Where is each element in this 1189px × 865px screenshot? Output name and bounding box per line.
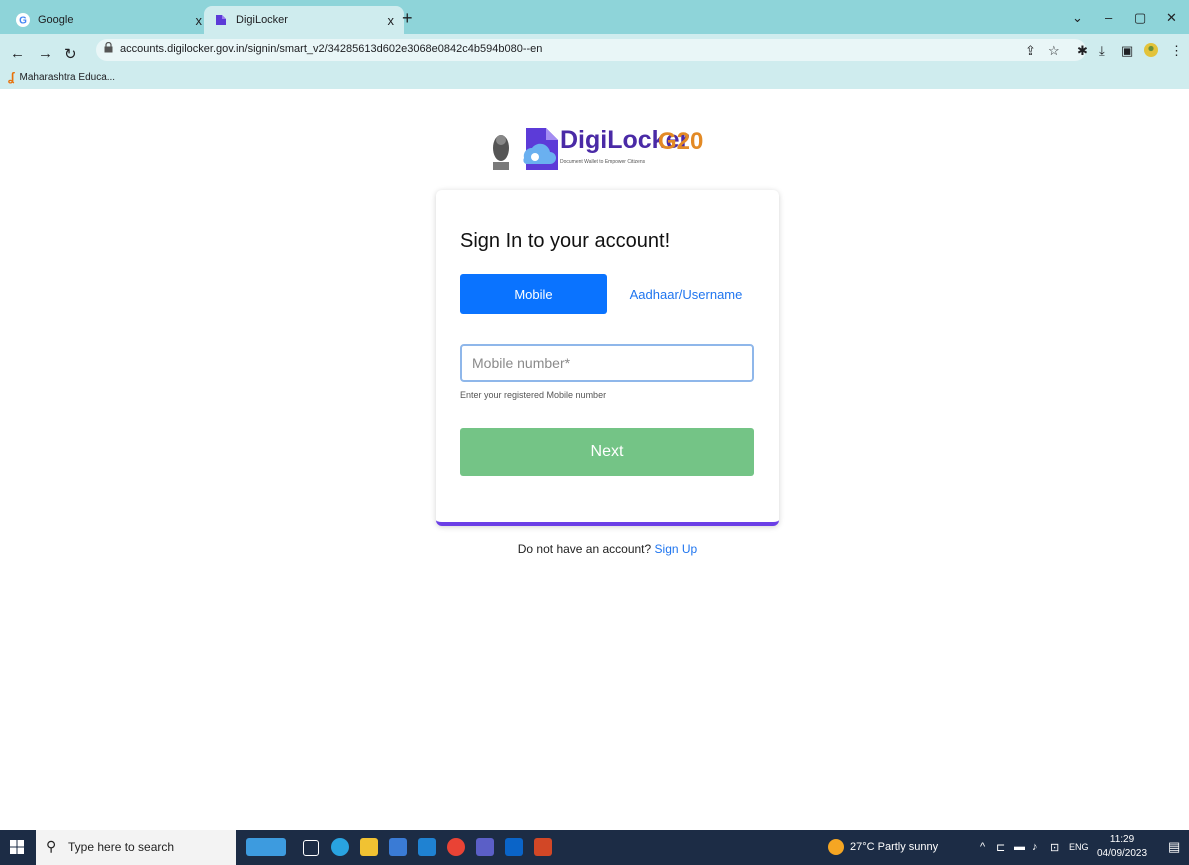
digilocker-logo-icon [523, 128, 558, 170]
cortana-illustration-icon[interactable] [246, 838, 286, 856]
task-view-icon[interactable] [303, 840, 319, 856]
taskbar-search-box[interactable]: ⚲ Type here to search [36, 830, 236, 865]
microsoft-store-icon[interactable] [389, 838, 407, 856]
powerpoint-icon[interactable] [534, 838, 552, 856]
next-button[interactable]: Next [460, 428, 754, 476]
share-icon[interactable]: ⇪ [1025, 43, 1036, 59]
tab-mobile[interactable]: Mobile [460, 274, 607, 314]
tab-title: DigiLocker [236, 14, 288, 26]
outlook-icon[interactable] [505, 838, 523, 856]
volume-icon[interactable]: ♪ [1032, 841, 1038, 853]
show-hidden-icons-icon[interactable]: ^ [980, 841, 985, 853]
edge-browser-icon[interactable] [331, 838, 349, 856]
ime-icon[interactable]: ⊡ [1050, 841, 1059, 854]
close-window-icon[interactable]: ✕ [1166, 10, 1177, 26]
url-text: accounts.digilocker.gov.in/signin/smart_… [120, 43, 543, 55]
bookmark-label: Maharashtra Educa... [19, 71, 116, 83]
teams-icon[interactable] [476, 838, 494, 856]
google-icon: G [16, 13, 30, 27]
mail-icon[interactable] [418, 838, 436, 856]
signin-title: Sign In to your account! [460, 230, 671, 252]
svg-text:G: G [19, 16, 27, 27]
forward-arrow-icon[interactable]: → [38, 45, 53, 62]
tab-digilocker[interactable]: DigiLocker x [204, 6, 404, 34]
windows-taskbar: ⚲ Type here to search 27°C Partly sunny … [0, 830, 1189, 865]
file-explorer-icon[interactable] [360, 838, 378, 856]
signup-prompt: Do not have an account? Sign Up [436, 542, 779, 556]
national-emblem-icon [493, 135, 509, 170]
close-tab-icon[interactable]: x [196, 13, 203, 28]
system-clock[interactable]: 11:29 04/09/2023 [1097, 833, 1147, 861]
network-icon[interactable]: ⊏ [996, 841, 1005, 854]
signup-link[interactable]: Sign Up [655, 542, 698, 556]
signup-prompt-text: Do not have an account? [517, 542, 652, 556]
search-icon: ⚲ [46, 838, 57, 854]
battery-icon[interactable]: ▬ [1014, 841, 1025, 853]
weather-text[interactable]: 27°C Partly sunny [850, 841, 938, 853]
tab-aadhaar-username[interactable]: Aadhaar/Username [617, 274, 755, 314]
weather-icon [828, 839, 844, 855]
signin-card: Sign In to your account! Mobile Aadhaar/… [436, 190, 779, 526]
mobile-helper-text: Enter your registered Mobile number [460, 390, 607, 400]
side-panel-icon[interactable]: ▣ [1121, 43, 1133, 59]
windows-start-icon[interactable] [10, 840, 24, 854]
download-icon[interactable]: ⤓ [1099, 43, 1105, 59]
profile-avatar-icon[interactable] [1144, 43, 1158, 60]
g20-logo: G20 [658, 128, 704, 155]
brand-tagline: Document Wallet to Empower Citizens [560, 159, 646, 165]
chrome-icon[interactable] [447, 838, 465, 856]
minimize-icon[interactable]: – [1105, 10, 1112, 25]
back-arrow-icon[interactable]: ← [10, 45, 25, 62]
bookmark-favicon-icon: ʆ [8, 70, 15, 84]
digilocker-icon [214, 13, 228, 27]
menu-kebab-icon[interactable]: ⋮ [1170, 43, 1183, 59]
address-bar[interactable]: accounts.digilocker.gov.in/signin/smart_… [96, 39, 1086, 61]
clock-time: 11:29 [1109, 834, 1135, 845]
lock-icon [104, 41, 113, 56]
taskbar-search-placeholder: Type here to search [68, 840, 175, 854]
mobile-number-input[interactable] [460, 344, 754, 382]
browser-toolbar: ← → ↻ accounts.digilocker.gov.in/signin/… [0, 34, 1189, 89]
tab-google[interactable]: G Google x [8, 6, 212, 34]
browser-tab-strip: G Google x DigiLocker x + ⌄ – ▢ ✕ [0, 0, 1189, 34]
notifications-icon[interactable]: ▤ [1168, 839, 1180, 855]
star-icon[interactable]: ☆ [1048, 43, 1060, 59]
clock-date: 04/09/2023 [1097, 848, 1148, 859]
maximize-icon[interactable]: ▢ [1134, 10, 1146, 26]
tab-title: Google [38, 14, 74, 26]
bookmark-item[interactable]: ʆ Maharashtra Educa... [8, 70, 115, 84]
tab-search-chevron-icon[interactable]: ⌄ [1072, 10, 1083, 26]
close-tab-icon[interactable]: x [388, 13, 395, 28]
reload-icon[interactable]: ↻ [64, 45, 77, 63]
new-tab-button[interactable]: + [402, 8, 413, 29]
language-indicator[interactable]: ENG [1069, 842, 1089, 852]
extensions-icon[interactable]: ✱ [1077, 43, 1088, 59]
brand-header: DigiLocker Document Wallet to Empower Ci… [490, 126, 730, 178]
